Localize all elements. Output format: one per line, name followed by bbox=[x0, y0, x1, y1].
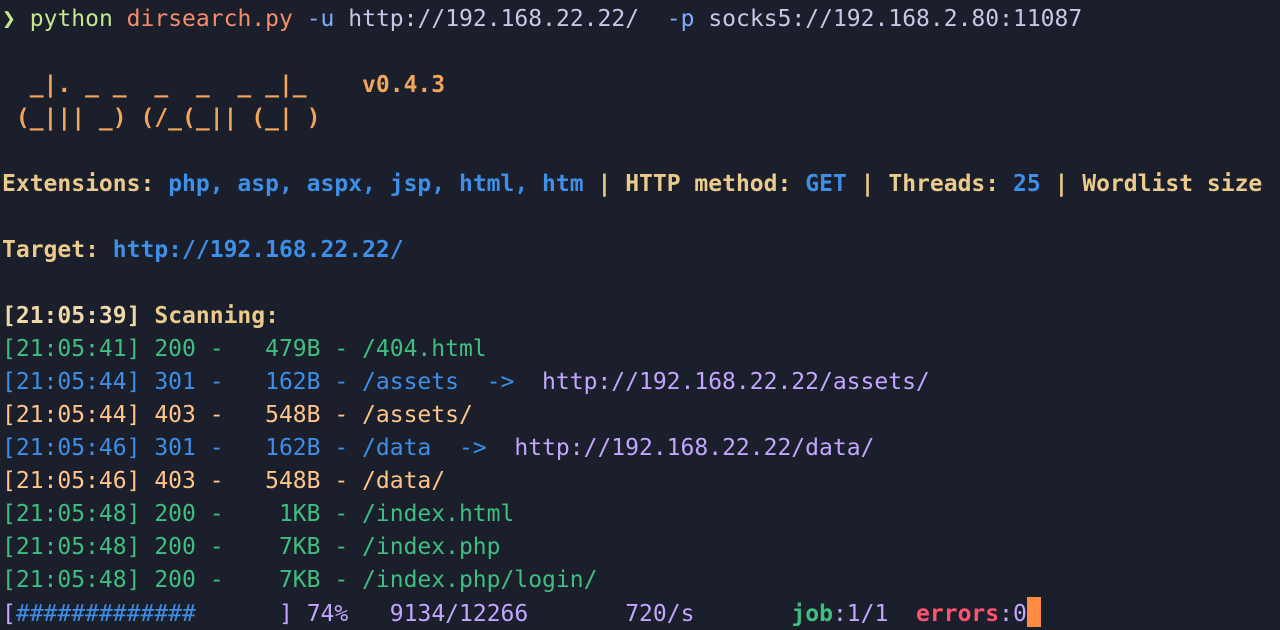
scanning-label: Scanning: bbox=[154, 303, 279, 329]
extensions-value: php, asp, aspx, jsp, html, htm bbox=[168, 171, 584, 197]
progress-line: [############# ] 74% 9134/12266 720/s jo… bbox=[2, 597, 1041, 630]
banner-art-line-2: (_||| _) (/_(_|| (_| ) bbox=[2, 102, 321, 135]
errors-value: :0 bbox=[999, 601, 1027, 627]
redirect-url: http://192.168.22.22/data/ bbox=[514, 435, 875, 461]
banner-art-text-1: _|. _ _ _ _ _ _|_ bbox=[2, 72, 307, 98]
result-text: [21:05:48] 200 - 1KB - /index.html bbox=[2, 501, 515, 527]
result-row: [21:05:44] 301 - 162B - /assets -> http:… bbox=[2, 366, 930, 399]
extensions-label: Extensions: bbox=[2, 171, 155, 197]
command-line: ❯ python dirsearch.py -u http://192.168.… bbox=[2, 3, 1082, 36]
progress-bracket-close: ] bbox=[278, 601, 293, 627]
prompt-chevron-icon: ❯ bbox=[2, 6, 16, 32]
redirect-url: http://192.168.22.22/assets/ bbox=[542, 369, 930, 395]
target-url: http://192.168.22.22/ bbox=[112, 237, 404, 263]
result-row: [21:05:44] 403 - 548B - /assets/ bbox=[2, 399, 473, 432]
progress-bar-fill: ############# bbox=[15, 601, 196, 627]
errors-label: errors bbox=[916, 601, 1000, 627]
command-script: dirsearch.py bbox=[126, 6, 293, 32]
method-label: HTTP method: bbox=[625, 171, 792, 197]
command-proxy: socks5://192.168.2.80:11087 bbox=[708, 6, 1083, 32]
banner-art-line-1: _|. _ _ _ _ _ _|_ v0.4.3 bbox=[2, 69, 445, 102]
result-row: [21:05:46] 403 - 548B - /data/ bbox=[2, 465, 445, 498]
scanning-timestamp: [21:05:39] bbox=[2, 303, 141, 329]
result-row: [21:05:41] 200 - 479B - /404.html bbox=[2, 333, 487, 366]
command-url: http://192.168.22.22/ bbox=[348, 6, 640, 32]
result-text: [21:05:44] 301 - 162B - /assets -> bbox=[2, 369, 543, 395]
progress-bracket-open: [ bbox=[2, 601, 16, 627]
command-flag-u: -u bbox=[306, 6, 335, 32]
result-text: [21:05:48] 200 - 7KB - /index.php bbox=[2, 534, 501, 560]
command-flag-p: -p bbox=[666, 6, 695, 32]
result-row: [21:05:46] 301 - 162B - /data -> http://… bbox=[2, 432, 874, 465]
threads-label: Threads: bbox=[888, 171, 1000, 197]
scanning-line: [21:05:39] Scanning: bbox=[2, 300, 279, 333]
result-row: [21:05:48] 200 - 7KB - /index.php bbox=[2, 531, 501, 564]
job-value: :1/1 bbox=[832, 601, 889, 627]
wordlist-label: Wordlist size bbox=[1082, 171, 1263, 197]
result-text: [21:05:46] 403 - 548B - /data/ bbox=[2, 468, 446, 494]
method-value: GET bbox=[805, 171, 847, 197]
progress-count: 9134/12266 bbox=[389, 601, 529, 627]
command-program: python bbox=[29, 6, 113, 32]
config-separator: | bbox=[860, 171, 875, 197]
result-text: [21:05:48] 200 - 7KB - /index.php/login/ bbox=[2, 567, 598, 593]
target-line: Target: http://192.168.22.22/ bbox=[2, 234, 404, 267]
banner-version: v0.4.3 bbox=[362, 72, 446, 98]
result-row: [21:05:48] 200 - 1KB - /index.html bbox=[2, 498, 514, 531]
result-text: [21:05:41] 200 - 479B - /404.html bbox=[2, 336, 487, 362]
result-row: [21:05:48] 200 - 7KB - /index.php/login/ bbox=[2, 564, 597, 597]
config-line: Extensions: php, asp, aspx, jsp, html, h… bbox=[2, 168, 1262, 201]
result-text: [21:05:46] 301 - 162B - /data -> bbox=[2, 435, 515, 461]
config-separator: | bbox=[1054, 171, 1069, 197]
config-separator: | bbox=[597, 171, 612, 197]
job-label: job bbox=[791, 601, 833, 627]
progress-bar-empty bbox=[196, 601, 279, 627]
target-label: Target: bbox=[2, 237, 99, 263]
result-text: [21:05:44] 403 - 548B - /assets/ bbox=[2, 402, 473, 428]
terminal-cursor bbox=[1026, 597, 1041, 627]
progress-percent: 74% bbox=[306, 601, 349, 627]
threads-value: 25 bbox=[1012, 171, 1041, 197]
progress-rate: 720/s bbox=[625, 601, 695, 627]
terminal-window[interactable]: ❯ python dirsearch.py -u http://192.168.… bbox=[0, 0, 1280, 630]
banner-art-text-2: (_||| _) (/_(_|| (_| ) bbox=[2, 105, 321, 131]
